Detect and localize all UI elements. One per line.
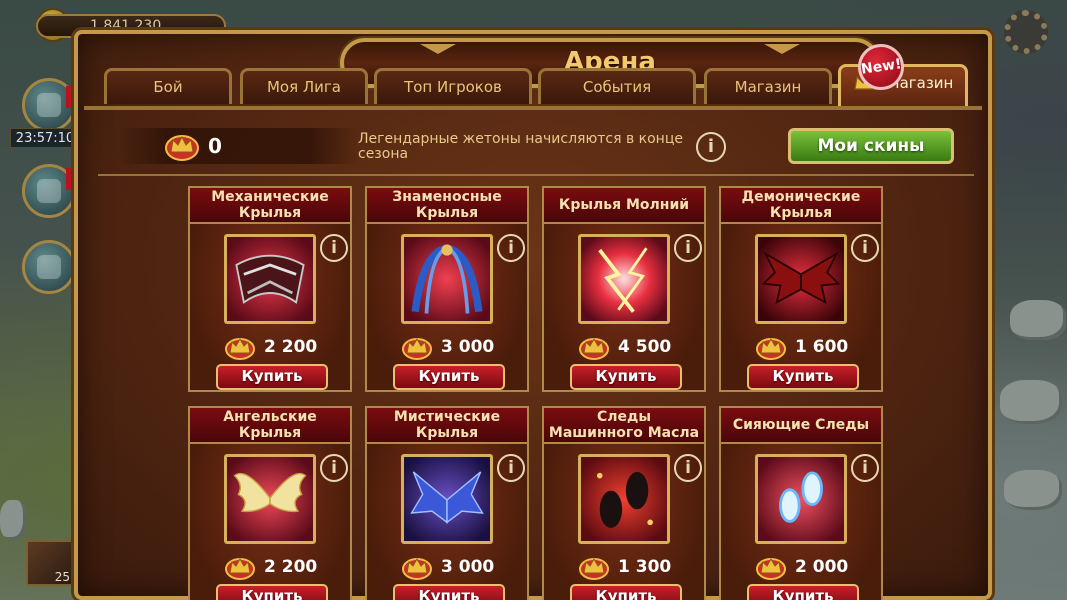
mystic-wings-icon[interactable] <box>401 454 493 544</box>
tab-label: Моя Лига <box>266 78 341 96</box>
card-title: Сияющие Следы <box>721 408 881 444</box>
token-panel <box>118 128 358 164</box>
shop-card: Сияющие Следы i 2 000 Купить <box>719 406 883 600</box>
buy-button[interactable]: Купить <box>393 364 505 390</box>
card-price: 4 500 <box>578 334 688 360</box>
card-title: Механические Крылья <box>190 188 350 224</box>
tab-label: События <box>582 78 652 96</box>
shop-card: Механические Крылья i 2 200 Купить <box>188 186 352 392</box>
card-title: Ангельские Крылья <box>190 408 350 444</box>
shop-card: Ангельские Крылья i 2 200 Купить <box>188 406 352 600</box>
price-value: 1 300 <box>618 557 672 577</box>
buy-button[interactable]: Купить <box>393 584 505 600</box>
tab-top-players[interactable]: Топ Игроков <box>374 68 532 104</box>
glowing-footprints-icon[interactable] <box>755 454 847 544</box>
token-count: 0 <box>208 134 222 158</box>
card-title: Знаменосные Крылья <box>367 188 527 224</box>
card-price: 3 000 <box>401 554 511 580</box>
card-price: 2 200 <box>224 334 334 360</box>
legendary-token-icon <box>225 557 255 580</box>
info-icon[interactable]: i <box>851 234 879 262</box>
info-icon[interactable]: i <box>497 454 525 482</box>
tab-events[interactable]: События <box>538 68 696 104</box>
legendary-token-icon <box>756 557 786 580</box>
info-icon[interactable]: i <box>320 454 348 482</box>
info-icon[interactable]: i <box>674 234 702 262</box>
background-stone <box>1004 470 1062 510</box>
card-price: 1 600 <box>755 334 865 360</box>
mechanical-wings-icon[interactable] <box>224 234 316 324</box>
card-price: 2 000 <box>755 554 865 580</box>
event-timer: 23:57:10 <box>10 128 80 148</box>
background-stone <box>1010 300 1066 340</box>
price-value: 3 000 <box>441 337 495 357</box>
legendary-token-icon <box>225 337 255 360</box>
demonic-wings-icon[interactable] <box>755 234 847 324</box>
settings-gear-icon[interactable] <box>1004 10 1048 54</box>
shop-card: Следы Машинного Масла i 1 300 Купить <box>542 406 706 600</box>
buy-button[interactable]: Купить <box>570 584 682 600</box>
tab-my-league[interactable]: Моя Лига <box>240 68 368 104</box>
skill-slot-count: 25 <box>54 570 70 584</box>
chat-icon <box>37 255 61 279</box>
price-value: 3 000 <box>441 557 495 577</box>
buy-button[interactable]: Купить <box>747 584 859 600</box>
card-price: 1 300 <box>578 554 688 580</box>
legendary-token-icon <box>402 557 432 580</box>
legendary-token-icon <box>756 337 786 360</box>
tab-label: Бой <box>153 78 183 96</box>
skill-slot[interactable]: 25 <box>26 540 74 586</box>
tab-battle[interactable]: Бой <box>104 68 232 104</box>
card-title: Крылья Молний <box>544 188 704 224</box>
info-icon[interactable]: i <box>851 454 879 482</box>
tab-divider <box>84 106 982 110</box>
shop-card: Крылья Молний i 4 500 Купить <box>542 186 706 392</box>
arena-window: Арена Бой Моя Лига Топ Игроков События М… <box>74 30 992 600</box>
info-icon[interactable]: i <box>320 234 348 262</box>
tab-shop[interactable]: Магазин <box>704 68 832 104</box>
lightning-wings-icon[interactable] <box>578 234 670 324</box>
info-bar: 0 Легендарные жетоны начисляются в конце… <box>118 124 958 170</box>
legendary-token-icon <box>579 337 609 360</box>
price-value: 1 600 <box>795 337 849 357</box>
price-value: 2 200 <box>264 337 318 357</box>
price-value: 2 200 <box>264 557 318 577</box>
legendary-token-icon <box>579 557 609 580</box>
shop-card: Демонические Крылья i 1 600 Купить <box>719 186 883 392</box>
tab-label: Топ Игроков <box>404 78 502 96</box>
legendary-token-icon <box>165 135 199 161</box>
buy-button[interactable]: Купить <box>216 584 328 600</box>
shop-card: Знаменосные Крылья i 3 000 Купить <box>365 186 529 392</box>
info-divider <box>98 174 974 176</box>
chat-button[interactable] <box>22 240 76 294</box>
scroll-icon <box>37 179 61 203</box>
my-skins-button[interactable]: Мои скины <box>788 128 954 164</box>
background-stone <box>0 500 26 540</box>
card-title: Следы Машинного Масла <box>544 408 704 444</box>
info-icon[interactable]: i <box>497 234 525 262</box>
card-title: Мистические Крылья <box>367 408 527 444</box>
buy-button[interactable]: Купить <box>570 364 682 390</box>
shop-card: Мистические Крылья i 3 000 Купить <box>365 406 529 600</box>
banner-wings-icon[interactable] <box>401 234 493 324</box>
title-ornament <box>420 44 456 54</box>
price-value: 2 000 <box>795 557 849 577</box>
crystal-icon <box>37 93 61 117</box>
buy-button[interactable]: Купить <box>747 364 859 390</box>
background-stone <box>1000 380 1062 424</box>
card-price: 2 200 <box>224 554 334 580</box>
tab-label: Магазин <box>734 78 802 96</box>
oil-footprints-icon[interactable] <box>578 454 670 544</box>
card-title: Демонические Крылья <box>721 188 881 224</box>
info-icon[interactable]: i <box>696 132 726 162</box>
info-icon[interactable]: i <box>674 454 702 482</box>
season-note: Легендарные жетоны начисляются в конце с… <box>358 131 683 162</box>
price-value: 4 500 <box>618 337 672 357</box>
card-price: 3 000 <box>401 334 511 360</box>
title-ornament <box>764 44 800 54</box>
legendary-token-icon <box>402 337 432 360</box>
angel-wings-icon[interactable] <box>224 454 316 544</box>
buy-button[interactable]: Купить <box>216 364 328 390</box>
